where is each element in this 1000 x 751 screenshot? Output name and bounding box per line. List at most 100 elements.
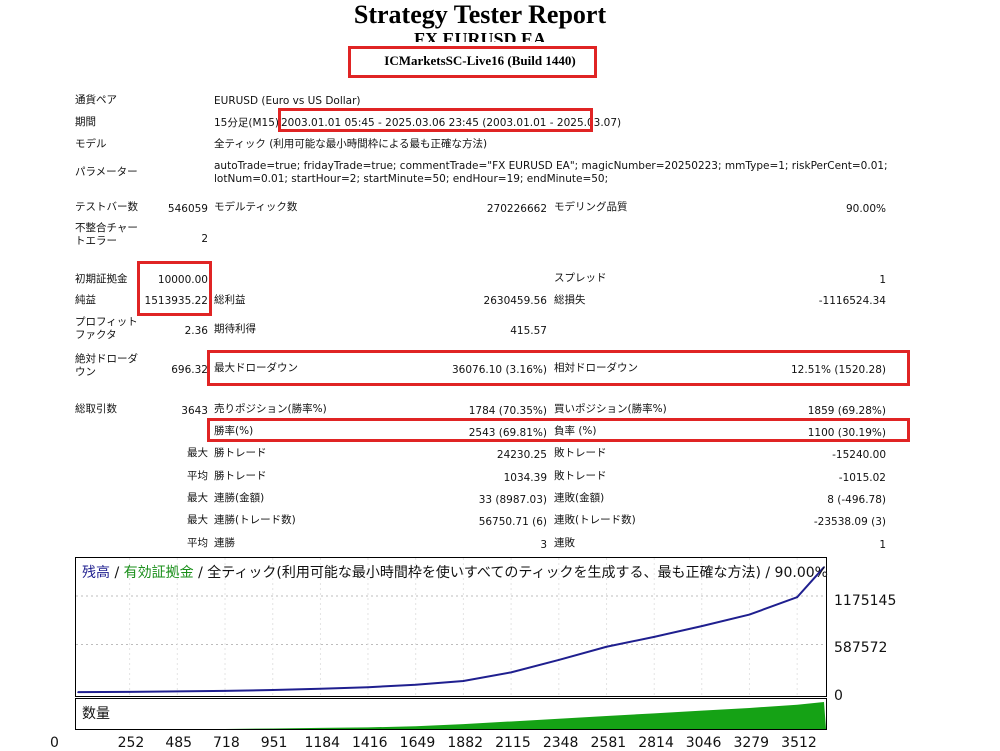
volume-area [76,702,826,729]
x-tick-label-8: 1882 [447,735,484,751]
quality-value: 90.00% [845,203,886,215]
spread-label: スプレッド [554,272,607,284]
max-consec-profit-label: 連勝(トレード数) [214,514,296,526]
highlight-period [278,108,593,132]
params-line1: autoTrade=true; fridayTrade=true; commen… [214,160,888,172]
short-label: 売りポジション(勝率%) [214,403,327,415]
x-tick-label-5: 1184 [304,735,341,751]
balance-point-1 [128,691,131,693]
x-tick-label-4: 951 [260,735,288,751]
net-label: 純益 [75,294,96,306]
max-consec-loss-value: -23538.09 (3) [813,516,886,528]
balance-point-9 [510,671,512,674]
params-label: パラメーター [75,166,138,178]
gross-loss-label: 総損失 [554,294,586,306]
pf-value: 2.36 [184,325,208,337]
balance-point-7 [414,683,417,686]
mismatch-label: 不整合チャートエラー [75,222,138,247]
balance-point-5 [319,687,322,690]
x-tick-label-14: 3279 [733,735,770,751]
row-avg-label: 平均 [187,470,208,482]
chart-title-rest: / 全ティック(利用可能な最小時間枠を使いすべてのティックを生成する、最も正確な… [193,565,828,581]
chart-title-sep: / [110,565,124,581]
abs-dd-value: 696.32 [171,364,208,376]
gross-profit-value: 2630459.56 [483,295,547,307]
period-label: 期間 [75,116,96,128]
x-tick-label-3: 718 [213,735,240,751]
params-line2: lotNum=0.01; startHour=2; startMinute=50… [214,173,609,185]
mismatch-value: 2 [201,233,208,245]
ea-name: FX EURUSD EA [413,29,546,42]
expected-value: 415.57 [510,325,547,337]
balance-point-15 [796,596,798,599]
avg-win-value: 1034.39 [503,472,547,484]
bars-value: 546059 [167,203,208,215]
bars-label: テストバー数 [75,201,138,213]
balance-point-0 [77,691,79,693]
row-max-label: 最大 [187,447,208,459]
long-value: 1859 (69.28%) [807,405,886,417]
balance-point-4 [271,689,274,691]
avg-consec-losses-label: 連敗 [554,537,575,549]
max-consec-wins-value: 33 (8987.03) [478,494,547,506]
max-consec-losses-value: 8 (-496.78) [827,494,886,506]
chart-title-equity: 有効証拠金 [123,565,194,581]
x-tick-label-13: 3046 [685,735,722,751]
spread-value: 1 [879,274,886,286]
long-label: 買いポジション(勝率%) [554,403,667,415]
avg-consec-losses-value: 1 [879,539,886,551]
pair-label: 通貨ペア [75,94,117,106]
avg-consec-wins-value: 3 [540,539,547,551]
chart-title-balance: 残高 [82,565,110,581]
x-tick-label-1: 252 [117,735,145,751]
balance-point-6 [367,686,369,689]
x-tick-label-10: 2348 [542,735,579,751]
pair-value: EURUSD (Euro vs US Dollar) [214,95,361,107]
balance-point-11 [605,645,608,648]
max-consec-profit-value: 56750.71 (6) [478,516,547,528]
avg-loss-value: -1015.02 [838,472,886,484]
trades-label: 総取引数 [75,403,117,415]
highlight-deposit-net [137,261,212,316]
gross-loss-value: -1116524.34 [818,295,886,307]
x-tick-label-7: 1649 [399,735,436,751]
x-tick-label-12: 2814 [638,735,674,751]
quality-label: モデリング品質 [554,201,628,213]
avg-win-label: 勝トレード [214,470,267,482]
worst-loss-value: -15240.00 [832,449,886,461]
row-max-label-2: 最大 [187,492,208,504]
model-label: モデル [75,138,107,150]
highlight-winrate [207,418,910,442]
row-max-label-3: 最大 [187,514,208,526]
ticks-label: モデルティック数 [214,201,298,213]
chart-title: 残高 / 有効証拠金 / 全ティック(利用可能な最小時間枠を使いすべてのティック… [82,562,828,582]
x-tick-label-15: 3512 [781,735,817,751]
volume-chart: 数量 [75,698,827,730]
x-tick-label-6: 1416 [351,735,388,751]
x-tick-label-9: 2115 [495,735,531,751]
balance-point-14 [748,613,751,616]
highlight-server [348,46,597,78]
y-tick-label-2: 0 [834,688,843,704]
deposit-label: 初期証拠金 [75,273,128,285]
balance-point-12 [653,636,656,638]
model-value: 全ティック (利用可能な最小時間枠による最も正確な方法) [214,138,488,150]
gross-profit-label: 総利益 [214,294,246,306]
x-tick-label-11: 2581 [590,735,627,751]
balance-point-10 [558,659,560,661]
avg-consec-wins-label: 連勝 [214,537,235,549]
volume-chart-svg [76,702,826,729]
max-consec-wins-label: 連勝(金額) [214,492,265,504]
balance-series-line [77,566,825,694]
highlight-drawdown [207,350,910,386]
balance-point-8 [462,680,465,682]
max-consec-loss-label: 連敗(トレード数) [554,514,636,526]
abs-dd-label: 絶対ドローダウン [75,353,138,378]
balance-point-2 [176,690,179,693]
ticks-value: 270226662 [486,203,547,215]
report-title: Strategy Tester Report [353,0,607,29]
balance-point-3 [224,690,226,692]
expected-label: 期待利得 [214,323,256,335]
short-value: 1784 (70.35%) [468,405,547,417]
trades-value: 3643 [181,405,208,417]
